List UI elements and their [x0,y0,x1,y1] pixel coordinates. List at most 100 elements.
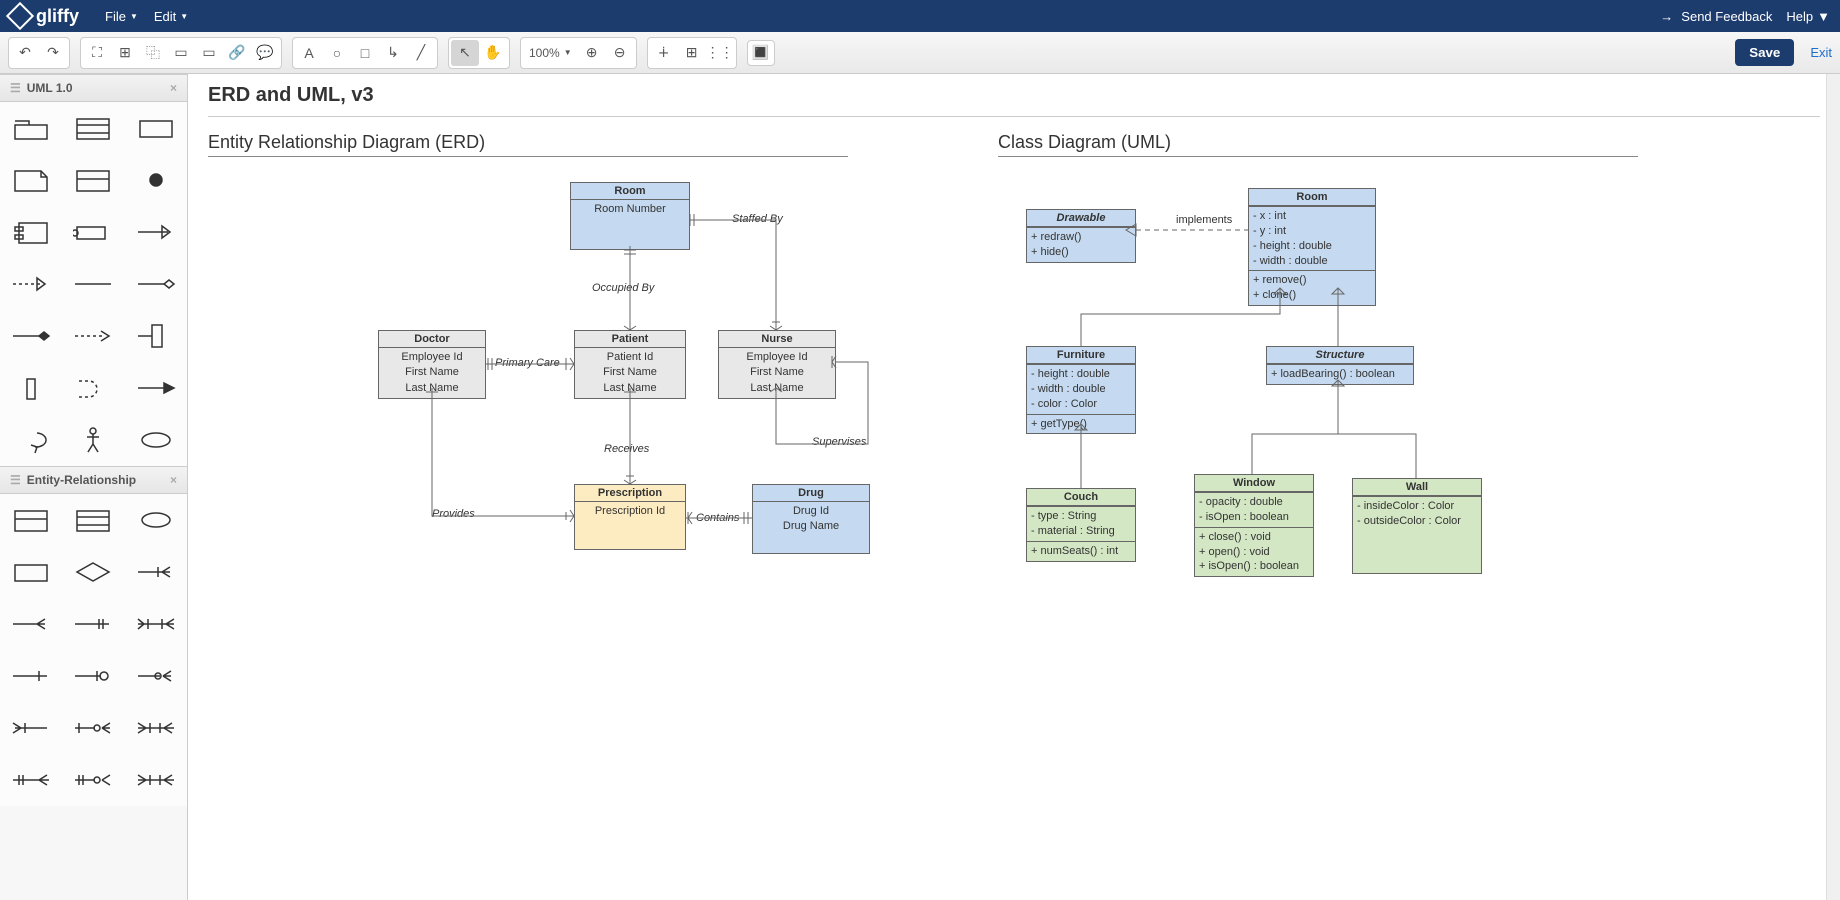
exit-link[interactable]: Exit [1810,45,1832,60]
ellipse-tool[interactable]: ○ [323,40,351,66]
uml-furniture[interactable]: Furniture - height : double- width : dou… [1026,346,1136,434]
menu-edit[interactable]: Edit▼ [146,9,196,24]
er-one-one-shape[interactable] [62,598,124,650]
uml-wall[interactable]: Wall - insideColor : Color- outsideColor… [1352,478,1482,574]
uml-activation-shape[interactable] [125,310,187,362]
er-both-crow-one-shape[interactable] [125,702,187,754]
close-icon[interactable]: × [170,473,177,487]
er-zero-one-shape[interactable] [62,650,124,702]
er-one-zero-crow2-shape[interactable] [62,754,124,806]
guides-button[interactable]: ⋮⋮ [706,40,734,66]
line-tool[interactable]: ╱ [407,40,435,66]
er-zero-crow-shape[interactable] [125,650,187,702]
menu-file[interactable]: File▼ [97,9,146,24]
uml-room[interactable]: Room - x : int- y : int- height : double… [1248,188,1376,306]
uml-package-shape[interactable] [0,102,62,154]
grid-button[interactable]: ⊞ [678,40,706,66]
uml-dash-box-shape[interactable] [62,362,124,414]
uml-line-shape[interactable] [62,258,124,310]
send-feedback-link[interactable]: Send Feedback [1660,9,1772,24]
accordion-er[interactable]: ☰Entity-Relationship × [0,466,187,494]
uml-rect-shape[interactable] [125,102,187,154]
canvas[interactable]: ERD and UML, v3 Entity Relationship Diag… [188,74,1840,900]
uml-ellipse-shape[interactable] [125,414,187,466]
uml-fdiamond-line-shape[interactable] [0,310,62,362]
erd-doctor[interactable]: Doctor Employee IdFirst NameLast Name [378,330,486,399]
link-button[interactable]: 🔗 [223,40,251,66]
er-one-crow-shape[interactable] [125,546,187,598]
method: + hide() [1031,245,1131,260]
uml-self-shape[interactable] [0,414,62,466]
er-rect-shape[interactable] [0,546,62,598]
uml-dash-open-arrow-shape[interactable] [0,258,62,310]
uml-class2-shape[interactable] [62,154,124,206]
accordion-uml[interactable]: ☰UML 1.0 × [0,74,187,102]
erd-drug[interactable]: Drug Drug IdDrug Name [752,484,870,554]
zoom-select[interactable]: 100%▼ [523,40,578,66]
comment-button[interactable]: 💬 [251,40,279,66]
uml-diamond-line-shape[interactable] [125,258,187,310]
er-crow-one-crow-shape[interactable] [125,754,187,806]
erd-nurse[interactable]: Nurse Employee IdFirst NameLast Name [718,330,836,399]
attr: - outsideColor : Color [1357,514,1477,529]
undo-button[interactable]: ↶ [11,40,39,66]
attr: Patient Id [577,350,683,365]
zoom-in-button[interactable]: ⊕ [578,40,606,66]
redo-button[interactable]: ↷ [39,40,67,66]
pointer-tool[interactable]: ↖ [451,40,479,66]
group-button[interactable]: ⛶ [83,40,111,66]
er-diamond-shape[interactable] [62,546,124,598]
uml-drawable[interactable]: Drawable + redraw()+ hide() [1026,209,1136,263]
ungroup-button[interactable]: ⊞ [111,40,139,66]
uml-couch[interactable]: Couch - type : String- material : String… [1026,488,1136,562]
rect-tool[interactable]: □ [351,40,379,66]
chevron-down-icon: ▼ [130,12,138,21]
uml-couch-title: Couch [1027,489,1135,506]
er-ellipse-shape[interactable] [125,494,187,546]
uml-interface-shape[interactable] [62,206,124,258]
uml-note-shape[interactable] [0,154,62,206]
connector-tool[interactable]: ↳ [379,40,407,66]
er-one-shape[interactable] [0,650,62,702]
er-one-one-crow-shape[interactable] [0,754,62,806]
copy-button[interactable]: ⿻ [139,40,167,66]
er-one-zero-crow-shape[interactable] [62,702,124,754]
uml-lifeline-shape[interactable] [0,362,62,414]
uml-window[interactable]: Window - opacity : double- isOpen : bool… [1194,474,1314,577]
front-button[interactable]: ▭ [167,40,195,66]
uml-structure[interactable]: Structure + loadBearing() : boolean [1266,346,1414,385]
er-many-many-shape[interactable] [125,598,187,650]
attr: - material : String [1031,524,1131,539]
title-divider [208,116,1820,117]
attr: First Name [381,365,483,380]
uml-wall-attrs: - insideColor : Color- outsideColor : Co… [1353,496,1481,573]
uml-room-attrs: - x : int- y : int- height : double- wid… [1249,206,1375,270]
back-button[interactable]: ▭ [195,40,223,66]
er-crow-one-l-shape[interactable] [0,702,62,754]
close-icon[interactable]: × [170,81,177,95]
text-tool[interactable]: A [295,40,323,66]
uml-component-shape[interactable] [0,206,62,258]
save-button[interactable]: Save [1735,39,1794,66]
snap-button[interactable]: ∔ [650,40,678,66]
uml-solid-arrow-shape[interactable] [125,362,187,414]
theme-button[interactable]: 🔳 [747,40,775,66]
erd-nurse-body: Employee IdFirst NameLast Name [719,348,835,398]
uml-arrow-open-shape[interactable] [125,206,187,258]
zoom-out-button[interactable]: ⊖ [606,40,634,66]
uml-class3-shape[interactable] [62,102,124,154]
vertical-scrollbar[interactable] [1826,74,1840,900]
uml-dot-shape[interactable] [125,154,187,206]
erd-room[interactable]: Room Room Number [570,182,690,250]
er-crow-shape[interactable] [0,598,62,650]
erd-patient[interactable]: Patient Patient IdFirst NameLast Name [574,330,686,399]
uml-actor-shape[interactable] [62,414,124,466]
pan-tool[interactable]: ✋ [479,40,507,66]
menu-help[interactable]: Help▼ [1786,9,1830,24]
er-entity2-shape[interactable] [0,494,62,546]
erd-prescription[interactable]: Prescription Prescription Id [574,484,686,550]
uml-dash-arrow-shape[interactable] [62,310,124,362]
er-entity3-shape[interactable] [62,494,124,546]
group-actions: ⛶ ⊞ ⿻ ▭ ▭ 🔗 💬 [80,37,282,69]
erd-section-line [208,156,848,157]
